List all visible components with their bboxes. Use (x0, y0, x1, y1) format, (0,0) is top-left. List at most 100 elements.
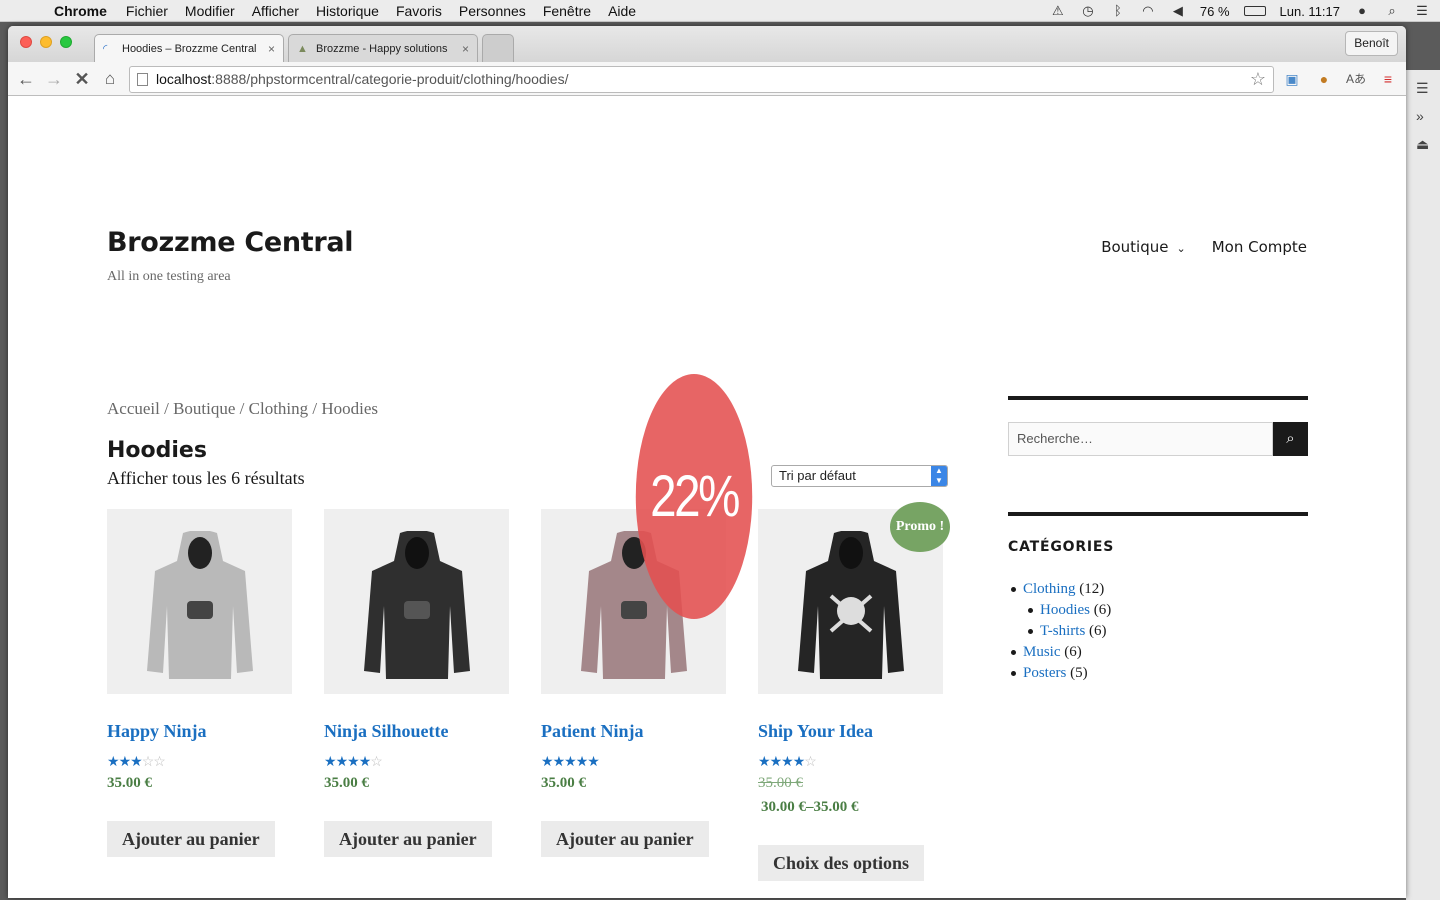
menu-aide[interactable]: Aide (608, 3, 636, 19)
wifi-icon[interactable]: ◠ (1140, 4, 1156, 18)
overflow-chevron-icon: » (1416, 108, 1424, 124)
rating-stars: ★★★★★ (541, 753, 600, 770)
nav-mon-compte[interactable]: Mon Compte (1212, 238, 1307, 256)
category-item: Hoodies (6) (1023, 600, 1111, 621)
product-name[interactable]: Patient Ninja (541, 721, 644, 742)
background-window: ☰ » ⏏ (1406, 70, 1440, 900)
add-to-cart-button[interactable]: Ajouter au panier (107, 821, 275, 857)
rating-stars: ★★★★☆ (324, 753, 383, 770)
profile-button[interactable]: Benoît (1345, 31, 1398, 56)
star-filled-icon: ★ (769, 753, 783, 769)
menu-favoris[interactable]: Favoris (396, 3, 442, 19)
menu-historique[interactable]: Historique (316, 3, 379, 19)
url-host: localhost (156, 71, 212, 87)
product-price: 35.00 € (541, 775, 586, 791)
star-filled-icon: ★ (575, 753, 589, 769)
product-price: 35.00 € (324, 775, 369, 791)
star-filled-icon: ★ (358, 753, 372, 769)
close-tab-icon[interactable]: × (462, 42, 469, 56)
category-count: (5) (1070, 665, 1088, 681)
bookmark-star-icon[interactable]: ☆ (1250, 67, 1266, 92)
product-image[interactable] (107, 509, 292, 694)
star-filled-icon: ★ (541, 753, 554, 769)
widget-divider (1008, 512, 1308, 516)
ordering-select[interactable]: Tri par défaut ▲ ▼ (771, 465, 948, 487)
time-machine-icon[interactable]: ◷ (1080, 4, 1096, 18)
window-minimize-button[interactable] (40, 36, 52, 48)
category-link-tshirts[interactable]: T-shirts (1040, 623, 1085, 639)
star-filled-icon: ★ (758, 753, 771, 769)
tab-brozzme[interactable]: ▲ Brozzme - Happy solutions × (288, 34, 478, 62)
chevron-down-icon: ⌄ (1176, 242, 1186, 255)
category-link-music[interactable]: Music (1023, 644, 1061, 660)
star-filled-icon: ★ (792, 753, 806, 769)
category-link-posters[interactable]: Posters (1023, 665, 1066, 681)
star-filled-icon: ★ (118, 753, 132, 769)
volume-icon[interactable]: ◀ (1170, 4, 1186, 18)
hoodie-image (146, 531, 253, 679)
stop-loading-icon[interactable]: ✕ (70, 67, 94, 91)
category-count: (6) (1093, 602, 1112, 618)
user-icon[interactable]: ● (1354, 4, 1370, 18)
menu-app-name[interactable]: Chrome (54, 3, 107, 19)
site-title[interactable]: Brozzme Central (107, 227, 354, 258)
menu-fenetre[interactable]: Fenêtre (543, 3, 591, 19)
category-link-hoodies[interactable]: Hoodies (1040, 602, 1090, 618)
sale-overlay: 22% (635, 374, 753, 619)
tab-title: Brozzme - Happy solutions (316, 42, 448, 55)
search-button[interactable]: ⌕ (1273, 422, 1308, 456)
product-name[interactable]: Ninja Silhouette (324, 721, 449, 742)
menubar-clock[interactable]: Lun. 11:17 (1280, 4, 1340, 19)
menu-fichier[interactable]: Fichier (126, 3, 168, 19)
chrome-window: ◜ Hoodies – Brozzme Central × ▲ Brozzme … (8, 26, 1406, 898)
bluetooth-icon[interactable]: ᛒ (1110, 4, 1126, 18)
browser-toolbar: ← → ✕ ⌂ localhost:8888/phpstormcentral/c… (8, 62, 1406, 96)
home-icon[interactable]: ⌂ (98, 67, 122, 91)
product-name[interactable]: Ship Your Idea (758, 721, 873, 742)
star-filled-icon: ★ (587, 753, 600, 769)
warning-icon[interactable]: ⚠ (1050, 4, 1066, 18)
add-to-cart-button[interactable]: Ajouter au panier (324, 821, 492, 857)
menu-personnes[interactable]: Personnes (459, 3, 526, 19)
cookie-extension-icon[interactable]: ● (1314, 69, 1334, 89)
battery-icon[interactable] (1243, 6, 1266, 16)
product-name[interactable]: Happy Ninja (107, 721, 207, 742)
widget-divider (1008, 396, 1308, 400)
close-tab-icon[interactable]: × (268, 42, 275, 56)
select-options-button[interactable]: Choix des options (758, 845, 925, 881)
extension-window-icon[interactable]: ▣ (1282, 69, 1302, 89)
tab-title: Hoodies – Brozzme Central (122, 42, 257, 55)
window-close-button[interactable] (20, 36, 32, 48)
chrome-menu-icon[interactable]: ≡ (1378, 69, 1398, 89)
spotlight-icon[interactable]: ⌕ (1384, 4, 1400, 18)
nav-boutique[interactable]: Boutique ⌄ (1101, 238, 1186, 256)
add-to-cart-button[interactable]: Ajouter au panier (541, 821, 709, 857)
star-filled-icon: ★ (130, 753, 143, 769)
web-page: Brozzme Central All in one testing area … (8, 97, 1406, 898)
menu-modifier[interactable]: Modifier (185, 3, 235, 19)
star-filled-icon: ★ (335, 753, 349, 769)
translate-icon[interactable]: Aあ (1346, 69, 1366, 89)
category-link-clothing[interactable]: Clothing (1023, 581, 1076, 597)
battery-percent[interactable]: 76 % (1200, 4, 1230, 19)
forward-arrow-icon[interactable]: → (42, 67, 66, 91)
star-empty-icon: ☆ (370, 753, 383, 769)
menu-afficher[interactable]: Afficher (252, 3, 299, 19)
search-input[interactable]: Recherche… (1008, 422, 1273, 456)
star-filled-icon: ★ (781, 753, 794, 769)
breadcrumb[interactable]: Accueil / Boutique / Clothing / Hoodies (107, 399, 378, 419)
window-zoom-button[interactable] (60, 36, 72, 48)
notification-center-icon[interactable]: ☰ (1414, 4, 1430, 18)
star-filled-icon: ★ (324, 753, 337, 769)
page-icon (137, 73, 148, 86)
new-tab-button[interactable] (482, 34, 514, 62)
site-tagline: All in one testing area (107, 269, 231, 284)
product-image[interactable] (324, 509, 509, 694)
category-item: Posters (5) (1011, 663, 1111, 684)
tab-hoodies[interactable]: ◜ Hoodies – Brozzme Central × (94, 34, 284, 62)
star-empty-icon: ☆ (141, 753, 155, 769)
back-arrow-icon[interactable]: ← (14, 67, 38, 91)
hoodie-image (797, 531, 904, 679)
favicon-icon: ▲ (297, 42, 308, 55)
address-bar[interactable]: localhost:8888/phpstormcentral/categorie… (129, 66, 1274, 93)
